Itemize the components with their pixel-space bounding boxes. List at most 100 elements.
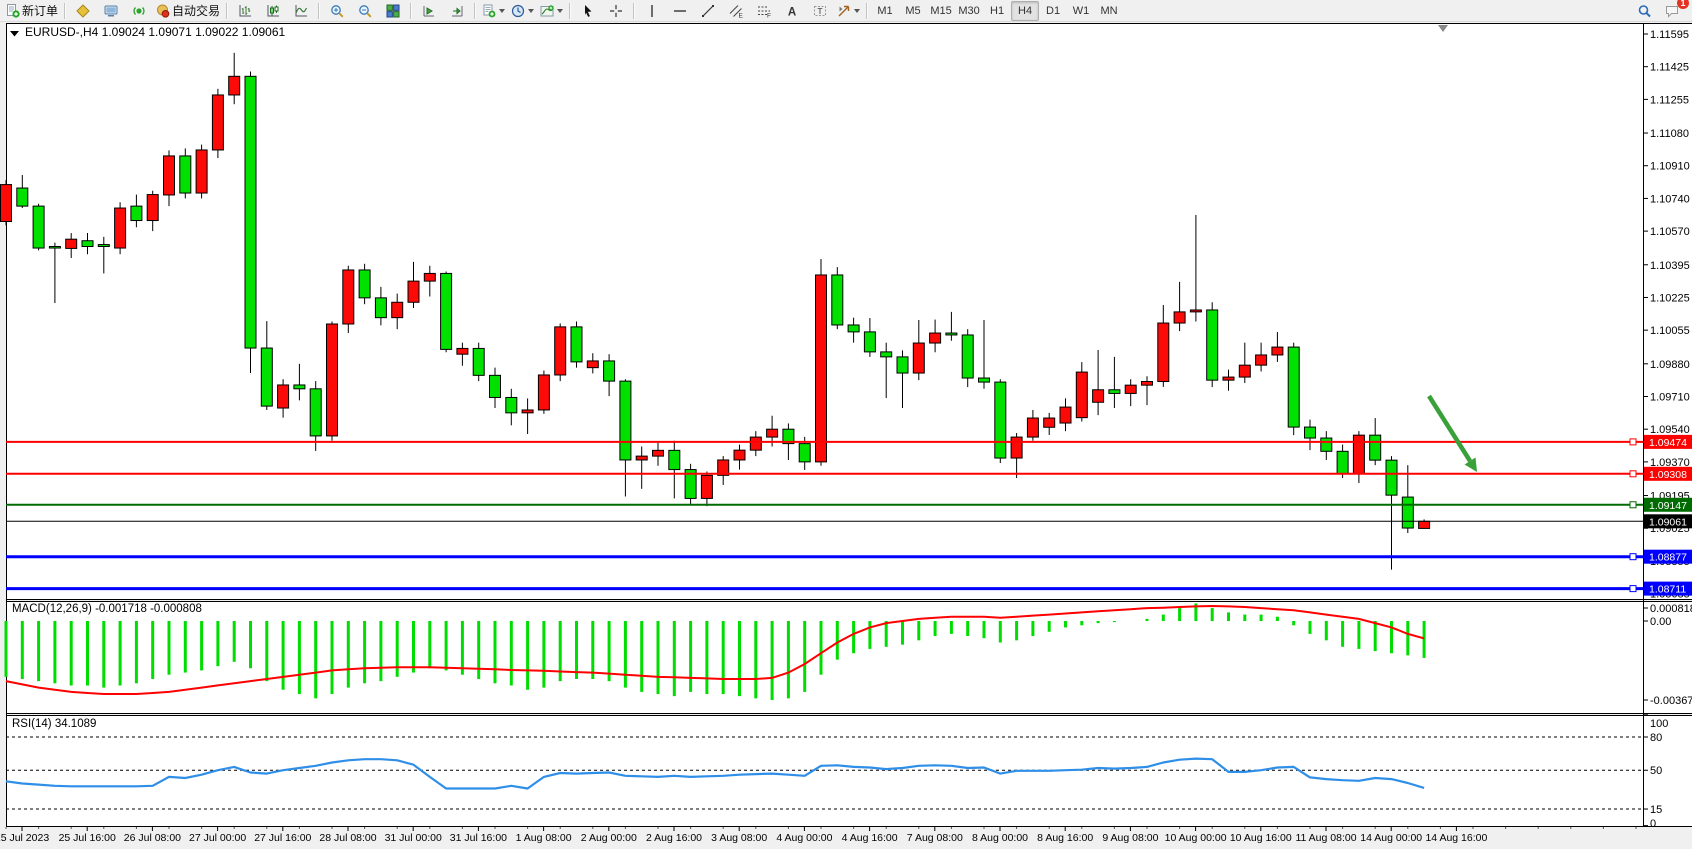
time-label[interactable]: 11 Aug 08:00: [1295, 832, 1356, 844]
label-button[interactable]: T: [806, 0, 834, 22]
text-button[interactable]: A: [778, 0, 806, 22]
macd-pane-background[interactable]: [6, 601, 1692, 713]
channel-button[interactable]: E: [722, 0, 750, 22]
hline-handle[interactable]: [1630, 502, 1636, 508]
candlestick: [962, 329, 973, 387]
cursor-button[interactable]: [574, 0, 602, 22]
toolbar-separator: [474, 3, 476, 19]
time-label[interactable]: 25 Jul 2023: [0, 832, 49, 844]
hline-handle[interactable]: [1630, 471, 1636, 477]
indicators-button[interactable]: [537, 0, 566, 22]
svg-text:T: T: [817, 6, 822, 16]
time-label[interactable]: 1 Aug 08:00: [516, 832, 572, 844]
candlestick: [327, 322, 338, 441]
price-tick-label: 1.11080: [1650, 128, 1689, 140]
time-label[interactable]: 7 Aug 08:00: [907, 832, 963, 844]
new-order-label: 新订单: [22, 2, 58, 19]
time-label[interactable]: 26 Jul 08:00: [124, 832, 181, 844]
timeframe-m5-button[interactable]: M5: [899, 1, 927, 21]
main-toolbar: 新订单 自动交易 EFA T M1M5M15M30H1H4D1W1MN 1: [0, 0, 1692, 22]
rsi-axis-label: 15: [1650, 804, 1662, 816]
hline-handle[interactable]: [1630, 554, 1636, 560]
price-tick-label: 1.11255: [1650, 94, 1689, 106]
timeframe-m30-button[interactable]: M30: [955, 1, 983, 21]
current-price-badge-text: 1.09061: [1649, 516, 1687, 528]
macd-label: MACD(12,26,9) -0.001718 -0.000808: [12, 603, 202, 615]
time-label[interactable]: 4 Aug 16:00: [842, 832, 898, 844]
candlestick: [473, 343, 484, 381]
time-label[interactable]: 10 Aug 16:00: [1230, 832, 1292, 844]
chart-title: EURUSD-,H4 1.09024 1.09071 1.09022 1.090…: [25, 25, 286, 39]
timeframe-h4-button[interactable]: H4: [1011, 1, 1039, 21]
signal-button[interactable]: [125, 0, 153, 22]
autotrade-button[interactable]: 自动交易: [153, 0, 223, 22]
time-label[interactable]: 27 Jul 16:00: [254, 832, 311, 844]
time-label[interactable]: 25 Jul 16:00: [59, 832, 116, 844]
time-label[interactable]: 31 Jul 00:00: [385, 832, 442, 844]
time-label[interactable]: 27 Jul 00:00: [189, 832, 246, 844]
timeframe-m1-button[interactable]: M1: [871, 1, 899, 21]
template-button[interactable]: [479, 0, 508, 22]
hline-icon: [673, 4, 687, 18]
vline-button[interactable]: [638, 0, 666, 22]
period-button[interactable]: [508, 0, 537, 22]
timeframe-w1-button[interactable]: W1: [1067, 1, 1095, 21]
shapes-icon: [837, 4, 851, 18]
mt4-window: 1.115951.114251.112551.110801.109101.107…: [0, 0, 1692, 849]
crosshair-button[interactable]: [602, 0, 630, 22]
timeframe-m15-button[interactable]: M15: [927, 1, 955, 21]
price-level-badge-text: 1.09474: [1649, 437, 1687, 449]
chart-line-icon: [294, 4, 308, 18]
template-icon: [482, 4, 496, 18]
shift-end-button[interactable]: [415, 0, 443, 22]
time-label[interactable]: 2 Aug 16:00: [646, 832, 702, 844]
zoom-in-button[interactable]: [323, 0, 351, 22]
timeframe-mn-button[interactable]: MN: [1095, 1, 1123, 21]
chat-button[interactable]: 1: [1658, 0, 1686, 22]
candlestick: [832, 267, 843, 329]
time-label[interactable]: 3 Aug 08:00: [711, 832, 767, 844]
candlestick: [816, 259, 827, 466]
price-pane-background[interactable]: [6, 23, 1692, 599]
time-label[interactable]: 31 Jul 16:00: [450, 832, 507, 844]
chart-candles-button[interactable]: [259, 0, 287, 22]
zoom-out-button[interactable]: [351, 0, 379, 22]
metaeditor-button[interactable]: [69, 0, 97, 22]
time-label[interactable]: 8 Aug 16:00: [1037, 832, 1093, 844]
time-label[interactable]: 2 Aug 00:00: [581, 832, 637, 844]
candlestick: [343, 266, 354, 333]
new-order-button[interactable]: 新订单: [3, 0, 61, 22]
candlestick: [685, 464, 696, 504]
hline-handle[interactable]: [1630, 586, 1636, 592]
chart-bars-button[interactable]: [231, 0, 259, 22]
shapes-button[interactable]: [834, 0, 863, 22]
terminal-button[interactable]: [97, 0, 125, 22]
hline-button[interactable]: [666, 0, 694, 22]
time-label[interactable]: 10 Aug 00:00: [1165, 832, 1227, 844]
chart-canvas[interactable]: 1.115951.114251.112551.110801.109101.107…: [0, 0, 1692, 849]
search-button[interactable]: [1630, 0, 1658, 22]
price-tick-label: 1.10910: [1650, 161, 1690, 173]
candlestick: [180, 148, 191, 198]
candlestick: [33, 204, 44, 251]
trendline-button[interactable]: [694, 0, 722, 22]
rsi-axis-label: 0: [1650, 818, 1656, 830]
fibo-button[interactable]: F: [750, 0, 778, 22]
time-label[interactable]: 28 Jul 08:00: [319, 832, 376, 844]
candlestick: [441, 272, 452, 353]
time-label[interactable]: 14 Aug 00:00: [1360, 832, 1422, 844]
auto-scroll-button[interactable]: [443, 0, 471, 22]
tile-windows-button[interactable]: [379, 0, 407, 22]
timeframe-d1-button[interactable]: D1: [1039, 1, 1067, 21]
time-label[interactable]: 8 Aug 00:00: [972, 832, 1028, 844]
time-label[interactable]: 9 Aug 08:00: [1102, 832, 1158, 844]
timeframe-h1-button[interactable]: H1: [983, 1, 1011, 21]
chart-line-button[interactable]: [287, 0, 315, 22]
toolbar-separator: [318, 3, 320, 19]
hline-handle[interactable]: [1630, 439, 1636, 445]
chart-bars-icon: [238, 4, 252, 18]
time-label[interactable]: 4 Aug 00:00: [776, 832, 832, 844]
chevron-down-icon: [854, 9, 860, 13]
time-label[interactable]: 14 Aug 16:00: [1425, 832, 1487, 844]
toolbar-separator: [64, 3, 66, 19]
